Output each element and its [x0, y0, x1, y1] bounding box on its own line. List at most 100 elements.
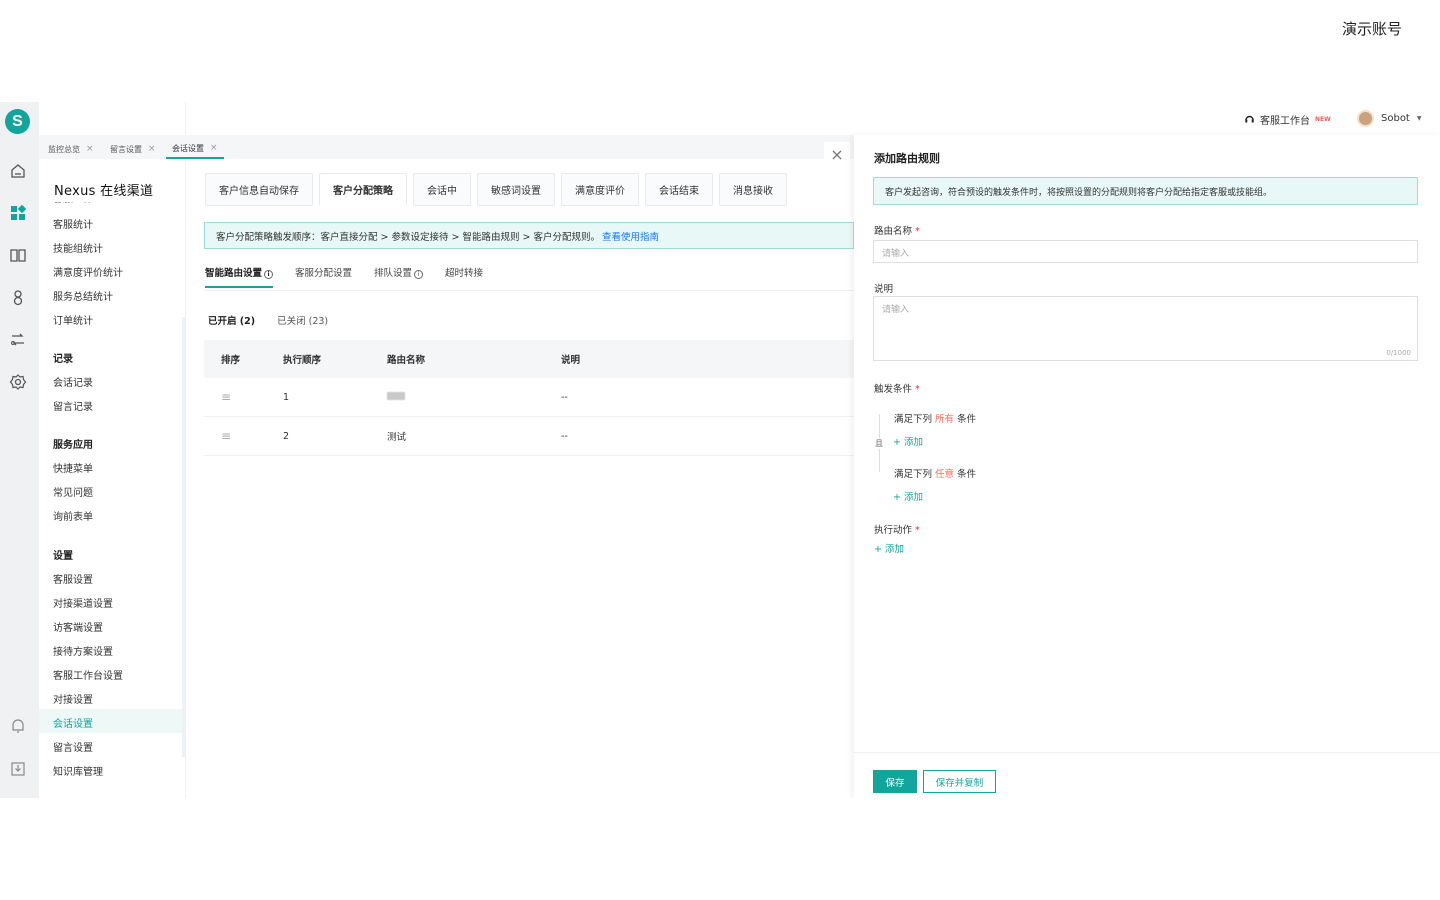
channel-title: Nexus 在线渠道	[50, 178, 158, 202]
col-desc: 说明	[561, 355, 581, 366]
subtab-smart-routing[interactable]: 智能路由设置 i	[205, 265, 274, 288]
label-text: 路由名称	[874, 226, 913, 237]
action-label: 执行动作 *	[874, 522, 920, 536]
user-name: Sobot	[1381, 113, 1410, 124]
workbench-link[interactable]: 客服工作台 NEW	[1244, 112, 1331, 127]
alert-text: 客户分配策略触发顺序：客户直接分配 > 参数设定接待 > 智能路由规则 > 客户…	[216, 231, 600, 243]
tab-satisfaction[interactable]: 满意度评价	[561, 173, 639, 206]
subtab-timeout-transfer[interactable]: 超时转接	[445, 265, 483, 288]
tab-session-end[interactable]: 会话结束	[645, 173, 713, 206]
avatar	[1357, 110, 1374, 127]
add-route-drawer: 添加路由规则 客户发起咨询，符合预设的触发条件时，将按照设置的分配规则将客户分配…	[854, 135, 1440, 798]
close-icon[interactable]: ×	[86, 144, 94, 154]
sidebar-group-settings: 设置	[53, 551, 73, 562]
sidebar-item-faq[interactable]: 常见问题	[53, 484, 93, 499]
sidebar-item-integration-settings[interactable]: 对接设置	[53, 691, 93, 706]
close-icon[interactable]: ×	[210, 143, 218, 153]
sidebar-item-knowledge-base[interactable]: 知识库管理	[53, 763, 103, 778]
row-desc: --	[561, 391, 568, 403]
row-name: 测试	[387, 432, 407, 443]
sidebar-item-message-records[interactable]: 留言记录	[53, 398, 93, 413]
sidebar-item-agent-settings[interactable]: 客服设置	[53, 571, 93, 586]
add-action-button[interactable]: + 添加	[874, 541, 904, 555]
workbench-label: 客服工作台	[1260, 116, 1310, 127]
cond-keyword: 任意	[935, 469, 955, 480]
cond-suffix: 条件	[957, 414, 977, 425]
drawer-alert: 客户发起咨询，符合预设的触发条件时，将按照设置的分配规则将客户分配给指定客服或技…	[873, 177, 1418, 205]
desc-placeholder: 请输入	[882, 305, 910, 315]
home-icon[interactable]	[9, 162, 27, 180]
book-icon[interactable]	[9, 246, 27, 264]
sidebar-item-skill-group-stats[interactable]: 技能组统计	[53, 240, 103, 255]
drag-handle-icon[interactable]: ≡	[221, 390, 231, 404]
save-copy-button[interactable]: 保存并复制	[923, 770, 996, 793]
grid-icon[interactable]	[9, 204, 27, 222]
subtab-label: 智能路由设置	[205, 268, 263, 279]
close-icon[interactable]: ×	[148, 144, 156, 154]
sidebar-item-satisfaction-stats[interactable]: 满意度评价统计	[53, 264, 123, 279]
page-tab-bar: 监控总览 × 留言设置 × 会话设置 ×	[39, 135, 859, 159]
filter-enabled[interactable]: 已开启 (2)	[208, 313, 255, 327]
top-account-label[interactable]: 演示账号	[1342, 18, 1402, 39]
tab-assign-strategy[interactable]: 客户分配策略	[319, 173, 407, 206]
filter-disabled[interactable]: 已关闭 (23)	[277, 313, 328, 327]
route-name-input[interactable]: 请输入	[873, 240, 1418, 263]
sidebar-item-quick-menu[interactable]: 快捷菜单	[53, 460, 93, 475]
info-icon[interactable]: i	[264, 270, 274, 279]
tab-monitor[interactable]: 监控总览 ×	[42, 139, 100, 159]
char-counter: 0/1000	[1386, 349, 1411, 357]
redacted-name	[387, 391, 405, 400]
tab-session-settings[interactable]: 会话设置 ×	[166, 139, 224, 159]
sidebar-item-order-stats[interactable]: 订单统计	[53, 312, 93, 327]
sidebar-item-session-records[interactable]: 会话记录	[53, 374, 93, 389]
bell-icon[interactable]	[9, 717, 27, 735]
logo[interactable]: S	[5, 109, 30, 134]
table-header: 排序 执行顺序 路由名称 说明	[204, 340, 854, 378]
user-menu[interactable]: Sobot ▼	[1357, 110, 1421, 127]
sidebar-menu: 客服工作... 客服统计 技能组统计 满意度评价统计 服务总结统计 订单统计 记…	[39, 102, 186, 798]
desc-textarea[interactable]: 请输入 0/1000	[873, 296, 1418, 361]
sidebar-item-channel-settings[interactable]: 对接渠道设置	[53, 595, 113, 610]
subtabs: 智能路由设置 i 客服分配设置 排队设置 i 超时转接	[205, 265, 483, 288]
sidebar-item-summary-stats[interactable]: 服务总结统计	[53, 288, 113, 303]
download-icon[interactable]	[9, 760, 27, 778]
tab-label: 留言设置	[110, 144, 142, 154]
tab-message-settings[interactable]: 留言设置 ×	[104, 139, 162, 159]
table-row[interactable]: ≡ 2 测试 --	[204, 417, 854, 456]
settings-icon[interactable]	[9, 373, 27, 391]
sidebar-item-visitor-settings[interactable]: 访客端设置	[53, 619, 103, 634]
save-button[interactable]: 保存	[873, 770, 917, 793]
info-icon[interactable]: i	[414, 270, 424, 279]
tab-label: 监控总览	[48, 144, 80, 154]
add-any-condition-button[interactable]: + 添加	[893, 489, 923, 503]
headset-icon	[1245, 115, 1254, 123]
user-icon[interactable]	[9, 288, 27, 306]
subtab-queue[interactable]: 排队设置 i	[374, 265, 424, 288]
tab-label: 会话设置	[172, 143, 204, 153]
sidebar-item-pre-form[interactable]: 询前表单	[53, 508, 93, 523]
subtab-agent-assign[interactable]: 客服分配设置	[295, 265, 352, 288]
cond-prefix: 满足下列	[894, 469, 933, 480]
sidebar-item-reception-settings[interactable]: 接待方案设置	[53, 643, 113, 658]
sidebar-group-records: 记录	[53, 354, 73, 365]
divider	[204, 290, 854, 291]
required-mark: *	[915, 226, 920, 237]
sidebar-item-message-settings[interactable]: 留言设置	[53, 739, 93, 754]
tab-auto-save[interactable]: 客户信息自动保存	[205, 173, 313, 206]
drawer-close-icon[interactable]: ×	[824, 142, 850, 168]
sidebar-item-agent-stats[interactable]: 客服统计	[53, 216, 93, 231]
strategy-tabs: 客户信息自动保存 客户分配策略 会话中 敏感词设置 满意度评价 会话结束 消息接…	[205, 173, 787, 206]
route-icon[interactable]	[9, 331, 27, 349]
add-all-condition-button[interactable]: + 添加	[893, 434, 923, 448]
tab-message-receive[interactable]: 消息接收	[719, 173, 787, 206]
drag-handle-icon[interactable]: ≡	[221, 429, 231, 443]
sidebar-scrollbar[interactable]	[182, 317, 185, 757]
tab-sensitive-words[interactable]: 敏感词设置	[477, 173, 555, 206]
label-text: 触发条件	[874, 384, 913, 395]
guide-link[interactable]: 查看使用指南	[602, 229, 659, 243]
trigger-label: 触发条件 *	[874, 381, 920, 395]
sidebar-item-session-settings[interactable]: 会话设置	[53, 715, 93, 730]
tab-in-session[interactable]: 会话中	[413, 173, 471, 206]
table-row[interactable]: ≡ 1 --	[204, 378, 854, 417]
sidebar-item-workbench-settings[interactable]: 客服工作台设置	[53, 667, 123, 682]
